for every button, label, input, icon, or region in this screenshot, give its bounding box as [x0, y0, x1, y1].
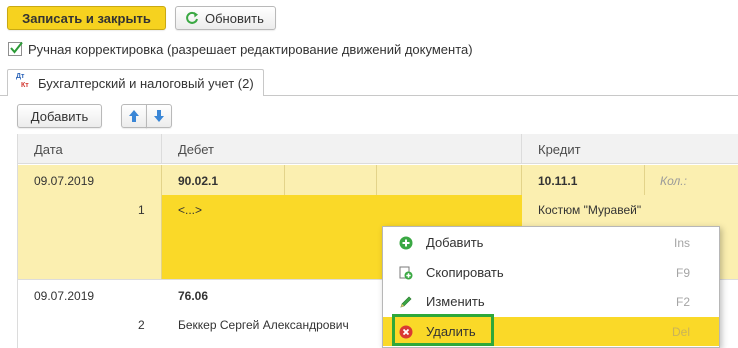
row-debit-subconto: <...>	[178, 203, 203, 217]
header-date[interactable]: Дата	[18, 134, 162, 164]
manual-correction-checkbox[interactable]: Ручная корректировка (разрешает редактир…	[8, 41, 473, 57]
row-number: 2	[138, 318, 145, 332]
dt-kt-icon: Дт Кт	[16, 73, 29, 89]
highlight-frame	[392, 314, 494, 346]
menu-item-edit[interactable]: Изменить F2	[383, 287, 719, 316]
move-down-button[interactable]	[146, 104, 172, 128]
row-credit-qty-label: Кол.:	[660, 174, 687, 188]
move-up-button[interactable]	[121, 104, 147, 128]
table-header: Дата Дебет Кредит	[18, 134, 738, 164]
add-button[interactable]: Добавить	[17, 104, 102, 128]
row-credit: 10.11.1	[538, 174, 578, 188]
arrow-up-icon	[129, 110, 139, 122]
row-date: 09.07.2019	[34, 289, 95, 303]
row-debit-subconto: Беккер Сергей Александрович	[178, 318, 349, 332]
manual-correction-label: Ручная корректировка (разрешает редактир…	[28, 41, 473, 57]
row-number: 1	[138, 203, 145, 217]
row-date: 09.07.2019	[34, 174, 95, 188]
tab-accounting[interactable]: Дт Кт Бухгалтерский и налоговый учет (2)	[7, 69, 264, 96]
refresh-icon	[186, 11, 198, 24]
row-debit: 90.02.1	[178, 174, 219, 188]
header-credit[interactable]: Кредит	[522, 134, 738, 164]
row-debit: 76.06	[178, 289, 209, 303]
arrow-down-icon	[154, 110, 164, 122]
checkbox-box[interactable]	[8, 41, 23, 56]
tab-label: Бухгалтерский и налоговый учет (2)	[38, 75, 254, 91]
menu-item-add[interactable]: Добавить Ins	[383, 228, 719, 257]
refresh-button-label: Обновить	[205, 10, 264, 26]
plus-circle-icon	[399, 236, 413, 249]
pencil-icon	[400, 296, 412, 308]
refresh-button[interactable]: Обновить	[175, 6, 276, 30]
copy-icon	[399, 266, 413, 279]
header-debit[interactable]: Дебет	[162, 134, 522, 164]
checkmark-icon	[10, 41, 23, 54]
menu-item-copy[interactable]: Скопировать F9	[383, 258, 719, 287]
save-and-close-button[interactable]: Записать и закрыть	[7, 6, 166, 30]
row-credit-subconto: Костюм "Муравей"	[538, 203, 642, 217]
